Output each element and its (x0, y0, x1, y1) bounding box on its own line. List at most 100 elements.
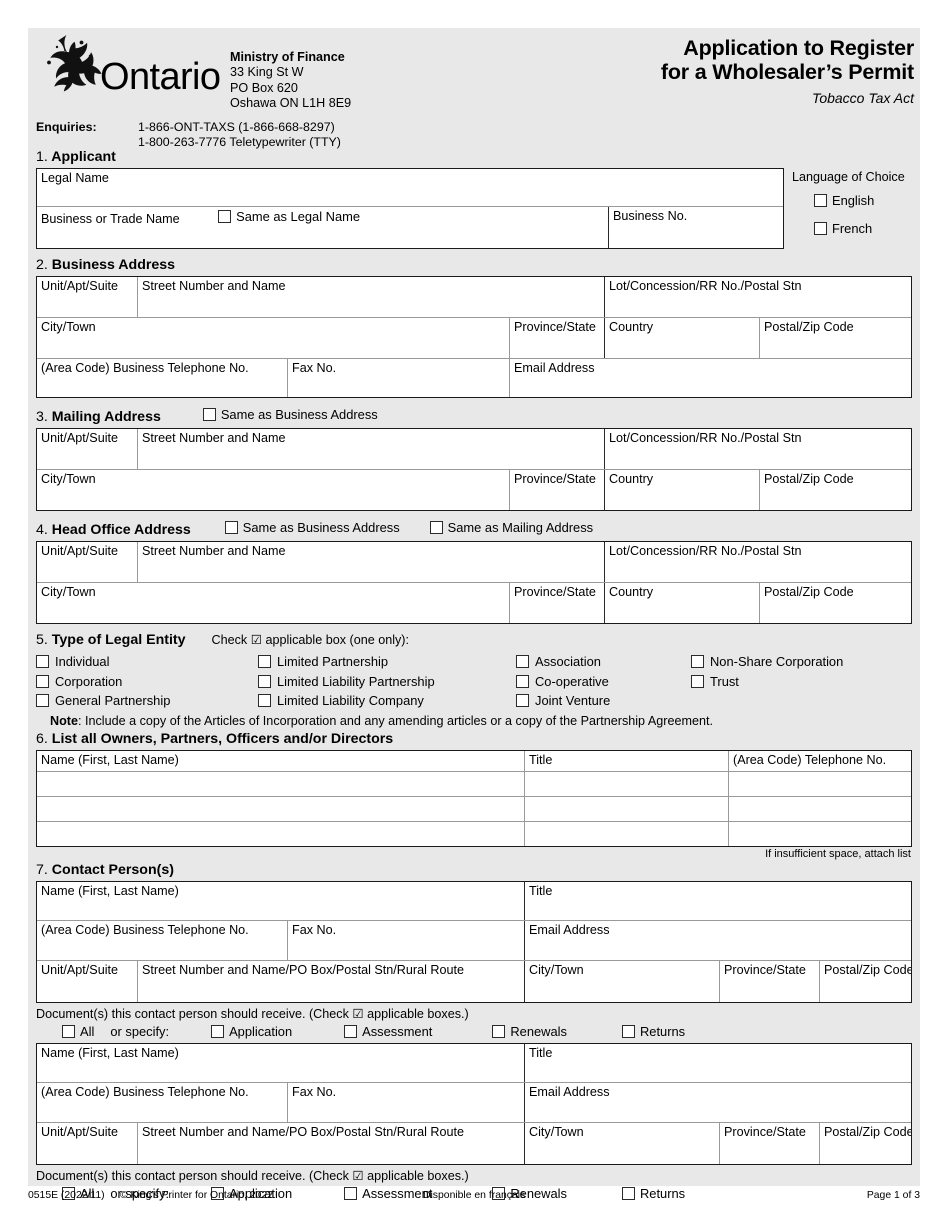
business-contact-row[interactable]: (Area Code) Business Telephone No. Fax N… (37, 358, 911, 397)
contact2-title-field[interactable]: Title (524, 1043, 911, 1082)
contact2-doc-returns-option[interactable]: Returns (621, 1186, 685, 1201)
table-row[interactable] (37, 795, 911, 821)
legal-name-row[interactable]: Legal Name (37, 169, 783, 206)
business-unit-field[interactable]: Unit/Apt/Suite (37, 277, 137, 317)
entity-option-general-partnership[interactable]: General Partnership (36, 693, 258, 708)
headoffice-same-as-business-checkbox[interactable] (224, 521, 238, 534)
entity-option-association[interactable]: Association (516, 654, 691, 669)
entity-non-share-corporation-checkbox[interactable] (691, 655, 704, 668)
mailing-province-field[interactable]: Province/State (509, 470, 604, 510)
contact1-doc-application-checkbox[interactable] (211, 1024, 225, 1038)
business-email-field[interactable]: Email Address (509, 359, 911, 397)
business-country-field[interactable]: Country (604, 318, 759, 358)
headoffice-same-as-mailing-option[interactable]: Same as Mailing Address (429, 519, 593, 536)
mailing-street-row[interactable]: Unit/Apt/Suite Street Number and Name Lo… (37, 429, 911, 469)
contact1-unit-field[interactable]: Unit/Apt/Suite (37, 961, 137, 1002)
mailing-lot-field[interactable]: Lot/Concession/RR No./Postal Stn (604, 429, 911, 469)
entity-general-partnership-checkbox[interactable] (36, 694, 49, 707)
business-city-field[interactable]: City/Town (37, 318, 509, 358)
entity-limited-partnership-checkbox[interactable] (258, 655, 271, 668)
contact2-province-field[interactable]: Province/State (719, 1122, 819, 1164)
mailing-postal-field[interactable]: Postal/Zip Code (759, 470, 911, 510)
contact1-postal-field[interactable]: Postal/Zip Code (819, 960, 911, 1002)
business-name-row[interactable]: Business or Trade Name Same as Legal Nam… (37, 206, 783, 248)
entity-option-limited-liability-company[interactable]: Limited Liability Company (258, 693, 516, 708)
entity-option-corporation[interactable]: Corporation (36, 674, 258, 689)
contact2-name-field[interactable]: Name (First, Last Name) (37, 1044, 524, 1082)
business-postal-field[interactable]: Postal/Zip Code (759, 318, 911, 358)
headoffice-street-field[interactable]: Street Number and Name (137, 542, 604, 582)
contact2-address-row[interactable]: Unit/Apt/Suite Street Number and Name/PO… (37, 1121, 911, 1164)
contact1-doc-renewals-checkbox[interactable] (492, 1024, 506, 1038)
contact1-city-field[interactable]: City/Town (524, 960, 719, 1002)
headoffice-same-as-business-option[interactable]: Same as Business Address (224, 519, 400, 536)
same-as-legal-name-checkbox[interactable] (218, 210, 232, 223)
legal-name-field[interactable]: Legal Name (37, 169, 783, 206)
contact1-email-field[interactable]: Email Address (524, 920, 911, 960)
same-as-legal-name-option[interactable]: Same as Legal Name (218, 209, 360, 224)
headoffice-street-row[interactable]: Unit/Apt/Suite Street Number and Name Lo… (37, 542, 911, 582)
business-trade-name-field[interactable]: Business or Trade Name Same as Legal Nam… (37, 207, 608, 248)
headoffice-unit-field[interactable]: Unit/Apt/Suite (37, 542, 137, 582)
business-telephone-field[interactable]: (Area Code) Business Telephone No. (37, 359, 287, 397)
headoffice-country-field[interactable]: Country (604, 583, 759, 623)
contact2-phone-row[interactable]: (Area Code) Business Telephone No. Fax N… (37, 1081, 911, 1122)
language-english-checkbox[interactable] (814, 194, 827, 207)
entity-limited-liability-company-checkbox[interactable] (258, 694, 271, 707)
business-no-field[interactable]: Business No. (608, 207, 783, 248)
contact1-doc-all-checkbox[interactable] (62, 1024, 75, 1038)
contact2-unit-field[interactable]: Unit/Apt/Suite (37, 1123, 137, 1164)
language-french-option[interactable]: French (814, 221, 872, 236)
contact2-telephone-field[interactable]: (Area Code) Business Telephone No. (37, 1083, 287, 1122)
entity-option-joint-venture[interactable]: Joint Venture (516, 693, 691, 708)
table-row[interactable] (37, 770, 911, 796)
contact1-address-row[interactable]: Unit/Apt/Suite Street Number and Name/PO… (37, 959, 911, 1002)
entity-association-checkbox[interactable] (516, 655, 529, 668)
entity-limited-liability-partnership-checkbox[interactable] (258, 674, 271, 688)
owner-title-cell[interactable] (524, 796, 728, 821)
mailing-city-field[interactable]: City/Town (37, 470, 509, 510)
contact2-email-field[interactable]: Email Address (524, 1082, 911, 1122)
contact2-street-field[interactable]: Street Number and Name/PO Box/Postal Stn… (137, 1122, 524, 1164)
contact1-doc-all-option[interactable]: All (62, 1024, 94, 1039)
headoffice-province-field[interactable]: Province/State (509, 583, 604, 623)
contact1-doc-assessment-checkbox[interactable] (344, 1024, 358, 1038)
contact1-title-field[interactable]: Title (524, 881, 911, 920)
headoffice-lot-field[interactable]: Lot/Concession/RR No./Postal Stn (604, 542, 911, 582)
headoffice-city-field[interactable]: City/Town (37, 583, 509, 623)
entity-option-trust[interactable]: Trust (691, 674, 920, 689)
entity-option-limited-partnership[interactable]: Limited Partnership (258, 654, 516, 669)
contact1-phone-row[interactable]: (Area Code) Business Telephone No. Fax N… (37, 919, 911, 960)
mailing-city-row[interactable]: City/Town Province/State Country Postal/… (37, 469, 911, 510)
mailing-same-as-business-option[interactable]: Same as Business Address (202, 406, 378, 423)
mailing-unit-field[interactable]: Unit/Apt/Suite (37, 429, 137, 469)
entity-option-non-share-corporation[interactable]: Non-Share Corporation (691, 654, 920, 669)
headoffice-same-as-mailing-checkbox[interactable] (429, 521, 443, 534)
entity-option-limited-liability-partnership[interactable]: Limited Liability Partnership (258, 674, 516, 689)
owner-title-cell[interactable] (524, 771, 728, 796)
entity-joint-venture-checkbox[interactable] (516, 694, 529, 707)
table-row[interactable] (37, 820, 911, 846)
contact2-name-row[interactable]: Name (First, Last Name) Title (37, 1043, 911, 1082)
business-street-field[interactable]: Street Number and Name (137, 277, 604, 317)
business-fax-field[interactable]: Fax No. (287, 359, 509, 397)
contact1-street-field[interactable]: Street Number and Name/PO Box/Postal Stn… (137, 960, 524, 1002)
headoffice-city-row[interactable]: City/Town Province/State Country Postal/… (37, 582, 911, 623)
owner-telephone-cell[interactable] (728, 771, 911, 796)
entity-corporation-checkbox[interactable] (36, 674, 49, 688)
owner-telephone-cell[interactable] (728, 821, 911, 846)
contact1-doc-returns-checkbox[interactable] (621, 1024, 635, 1038)
business-street-row[interactable]: Unit/Apt/Suite Street Number and Name Lo… (37, 277, 911, 317)
contact1-fax-field[interactable]: Fax No. (287, 920, 524, 960)
owner-name-cell[interactable] (37, 822, 524, 846)
contact1-doc-application-option[interactable]: Application (211, 1024, 292, 1039)
contact1-doc-assessment-option[interactable]: Assessment (344, 1024, 432, 1039)
entity-option-co-operative[interactable]: Co-operative (516, 674, 691, 689)
contact1-telephone-field[interactable]: (Area Code) Business Telephone No. (37, 921, 287, 960)
contact2-fax-field[interactable]: Fax No. (287, 1082, 524, 1122)
owner-name-cell[interactable] (37, 797, 524, 821)
entity-option-individual[interactable]: Individual (36, 654, 258, 669)
business-province-field[interactable]: Province/State (509, 318, 604, 358)
owner-title-cell[interactable] (524, 821, 728, 846)
language-english-option[interactable]: English (814, 193, 874, 208)
